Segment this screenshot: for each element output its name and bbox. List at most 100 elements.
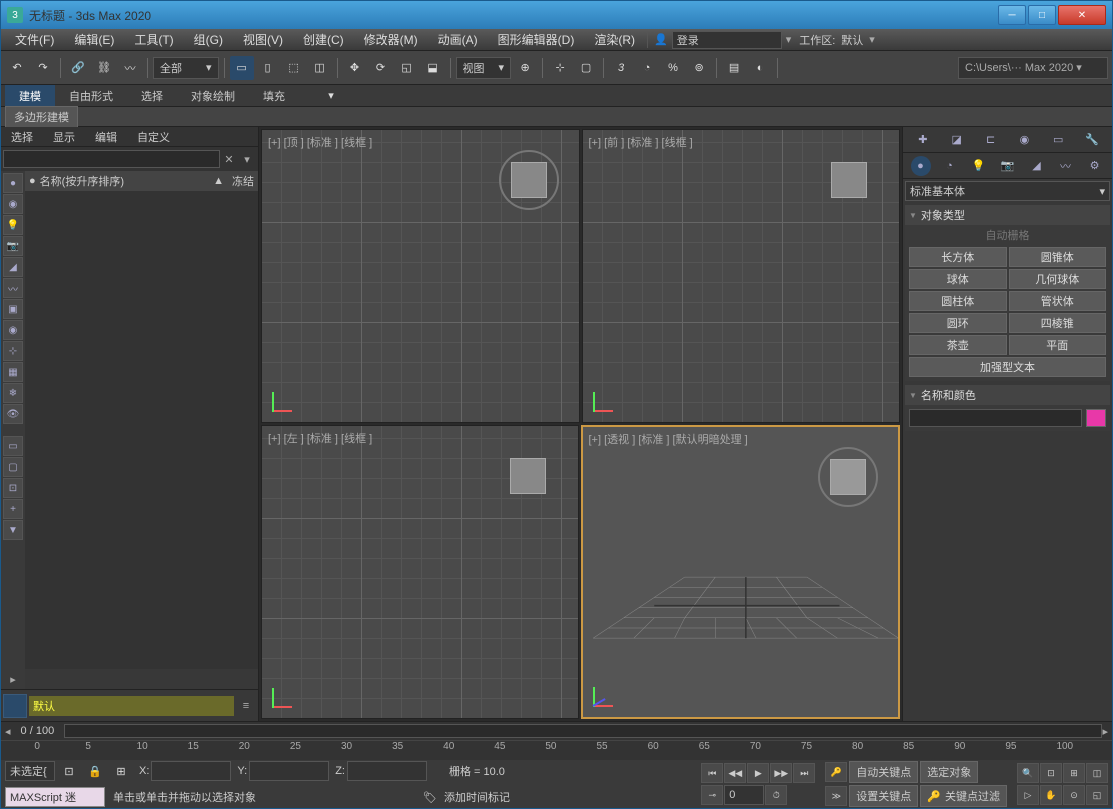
viewcube-top[interactable] (499, 150, 559, 210)
lp-tab-edit[interactable]: 编辑 (85, 127, 127, 146)
login-input[interactable]: 登录 (672, 31, 782, 49)
mirror-button[interactable]: ◐ (748, 56, 772, 80)
select-name-button[interactable]: ▯ (256, 56, 280, 80)
zoom-extents-all-button[interactable]: ◫ (1086, 763, 1108, 783)
bind-spacewarp-button[interactable]: 〰 (118, 56, 142, 80)
x-coord-input[interactable] (151, 761, 231, 781)
time-tag-icon[interactable]: 🏷 (418, 785, 442, 808)
object-name-input[interactable] (909, 409, 1082, 427)
link-button[interactable]: 🔗 (66, 56, 90, 80)
ribbon-tab-populate[interactable]: 填充 (249, 85, 299, 107)
key-filters-icon[interactable]: ≫ (825, 786, 847, 806)
teapot-button[interactable]: 茶壶 (909, 335, 1007, 355)
time-slider[interactable]: ◂ 0 / 100 ▸ (1, 722, 1112, 740)
geosphere-button[interactable]: 几何球体 (1009, 269, 1107, 289)
torus-button[interactable]: 圆环 (909, 313, 1007, 333)
prev-frame-button[interactable]: ◀◀ (724, 763, 746, 783)
display-shapes-icon[interactable]: ▢ (3, 457, 23, 477)
object-color-swatch[interactable] (1086, 409, 1106, 427)
menu-file[interactable]: 文件(F) (5, 29, 64, 51)
undo-button[interactable]: ↶ (5, 56, 29, 80)
ribbon-tab-object-paint[interactable]: 对象绘制 (177, 85, 249, 107)
box-button[interactable]: 长方体 (909, 247, 1007, 267)
zoom-button[interactable]: 🔍 (1017, 763, 1039, 783)
cameras-icon[interactable]: 📷 (998, 156, 1018, 176)
time-config-button[interactable]: ⏱ (765, 785, 787, 805)
scene-search-input[interactable] (3, 150, 220, 168)
filter-frozen-icon[interactable]: ❄ (3, 383, 23, 403)
add-time-tag-button[interactable]: 添加时间标记 (444, 789, 510, 805)
filter-geometry-icon[interactable]: ● (3, 173, 23, 193)
isolate-toggle-icon[interactable]: ⊡ (57, 759, 81, 783)
scene-list[interactable] (25, 191, 258, 669)
create-tab-icon[interactable]: ✚ (913, 130, 933, 150)
category-dropdown[interactable]: 标准基本体▾ (905, 181, 1110, 201)
helpers-icon[interactable]: ◢ (1027, 156, 1047, 176)
utilities-tab-icon[interactable]: 🔧 (1082, 130, 1102, 150)
scene-list-header[interactable]: ● 名称(按升序排序) ▲ 冻结 (25, 171, 258, 191)
display-geometry-icon[interactable]: ▭ (3, 436, 23, 456)
display-lights-icon[interactable]: ⊡ (3, 478, 23, 498)
rotate-button[interactable]: ⟳ (369, 56, 393, 80)
pyramid-button[interactable]: 四棱锥 (1009, 313, 1107, 333)
filter-shapes-icon[interactable]: ◉ (3, 194, 23, 214)
menu-edit[interactable]: 编辑(E) (64, 29, 124, 51)
z-coord-input[interactable] (347, 761, 427, 781)
ribbon-polygon-modeling[interactable]: 多边形建模 (5, 106, 78, 128)
maximize-viewport-button[interactable]: ◱ (1086, 785, 1108, 805)
keyboard-shortcut-button[interactable]: ▢ (574, 56, 598, 80)
key-filter-button[interactable]: 🔑关键点过滤 (920, 785, 1007, 807)
add-button-icon[interactable]: + (3, 499, 23, 519)
auto-key-button[interactable]: 自动关键点 (849, 761, 918, 783)
tube-button[interactable]: 管状体 (1009, 291, 1107, 311)
y-coord-input[interactable] (249, 761, 329, 781)
zoom-extents-button[interactable]: ⊞ (1063, 763, 1085, 783)
filter-containers-icon[interactable]: ▦ (3, 362, 23, 382)
lights-icon[interactable]: 💡 (969, 156, 989, 176)
move-button[interactable]: ✥ (343, 56, 367, 80)
viewport-front-label[interactable]: [+] [前 ] [标准 ] [线框 ] (589, 134, 693, 150)
time-ruler[interactable]: 0 5 10 15 20 25 30 35 40 45 50 55 60 65 … (1, 740, 1112, 760)
viewport-top-label[interactable]: [+] [顶 ] [标准 ] [线框 ] (268, 134, 372, 150)
shapes-icon[interactable]: ◔ (940, 156, 960, 176)
window-crossing-button[interactable]: ◫ (308, 56, 332, 80)
redo-button[interactable]: ↷ (31, 56, 55, 80)
maximize-button[interactable]: □ (1028, 5, 1056, 25)
ref-coord-dropdown[interactable]: 视图 ▾ (456, 57, 512, 79)
filter-bone-icon[interactable]: ⊹ (3, 341, 23, 361)
percent-snap-button[interactable]: % (661, 56, 685, 80)
lp-tab-select[interactable]: 选择 (1, 127, 43, 146)
sphere-button[interactable]: 球体 (909, 269, 1007, 289)
fov-button[interactable]: ▷ (1017, 785, 1039, 805)
ribbon-tab-freeform[interactable]: 自由形式 (55, 85, 127, 107)
close-button[interactable]: ✕ (1058, 5, 1106, 25)
lp-tab-custom[interactable]: 自定义 (127, 127, 180, 146)
filter-xrefs-icon[interactable]: ◉ (3, 320, 23, 340)
select-object-button[interactable]: ▭ (230, 56, 254, 80)
menu-create[interactable]: 创建(C) (293, 29, 354, 51)
select-manipulate-button[interactable]: ⊹ (548, 56, 572, 80)
goto-end-button[interactable]: ⏭ (793, 763, 815, 783)
object-type-header[interactable]: 对象类型 (905, 205, 1110, 225)
clear-search-button[interactable]: ✕ (220, 153, 238, 166)
current-frame-input[interactable]: 0 (724, 785, 764, 805)
expand-panel-button[interactable]: ▸ (1, 669, 25, 689)
orbit-button[interactable]: ⊙ (1063, 785, 1085, 805)
set-key-mode-button[interactable]: 设置关键点 (849, 785, 918, 807)
viewcube-left[interactable] (498, 446, 558, 506)
ribbon-tab-selection[interactable]: 选择 (127, 85, 177, 107)
viewport-left-label[interactable]: [+] [左 ] [标准 ] [线框 ] (268, 430, 372, 446)
name-color-header[interactable]: 名称和颜色 (905, 385, 1110, 405)
viewcube-front[interactable] (819, 150, 879, 210)
pivot-button[interactable]: ⊕ (513, 56, 537, 80)
menu-tools[interactable]: 工具(T) (124, 29, 183, 51)
placement-button[interactable]: ⬓ (421, 56, 445, 80)
lp-tab-display[interactable]: 显示 (43, 127, 85, 146)
menu-view[interactable]: 视图(V) (233, 29, 293, 51)
filter-spacewarps-icon[interactable]: 〰 (3, 278, 23, 298)
filter-helpers-icon[interactable]: ◢ (3, 257, 23, 277)
named-selection-button[interactable]: ▤ (722, 56, 746, 80)
systems-icon[interactable]: ⚙ (1085, 156, 1105, 176)
plane-button[interactable]: 平面 (1009, 335, 1107, 355)
layer-manager-icon[interactable]: ≡ (236, 700, 256, 712)
